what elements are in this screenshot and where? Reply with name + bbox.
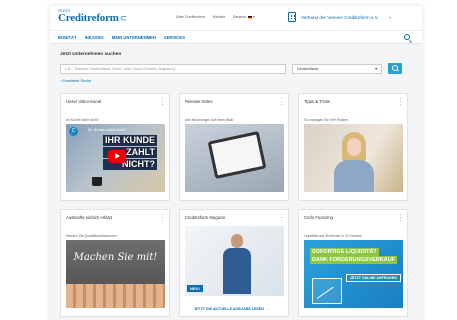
- nav-bonitaet[interactable]: BONITÄT: [58, 35, 77, 40]
- thumbs-up-image: [66, 284, 165, 308]
- top-bar: mein Creditreform ⊂ Über Creditreform Ko…: [50, 6, 422, 30]
- german-flag-icon: [248, 15, 253, 19]
- overlay-line: IHR KUNDE: [102, 135, 157, 146]
- card-title: Auskünfte einfach erklärt: [66, 215, 113, 220]
- tablet-image: [185, 124, 284, 192]
- search-icon[interactable]: [404, 34, 410, 40]
- link-about[interactable]: Über Creditreform: [176, 15, 205, 19]
- new-badge: NEU!: [187, 285, 203, 292]
- language-select[interactable]: Deutsch ▾: [233, 15, 255, 19]
- country-value: Deutschland: [297, 66, 319, 71]
- nav-services[interactable]: SERVICES: [164, 35, 185, 40]
- country-select[interactable]: Deutschland ▾: [292, 63, 382, 74]
- main-content: Jetzt Unternehmen suchen z.B. "Telekom D…: [50, 44, 422, 320]
- card-grid: Unser Video-Kanal · · · Ihr Kunde zahlt ni…: [60, 93, 412, 317]
- card-subtitle: So managen Sie Ihre Risiken: [304, 118, 348, 122]
- factoring-banner[interactable]: SOFORTIGE LIQUIDITÄT DANK FORDERUNGSVERK…: [304, 240, 403, 308]
- card-magazin[interactable]: Creditreform Magazin · · · NEU! JETZT DIE …: [179, 209, 289, 317]
- read-issue-link[interactable]: JETZT DIE AKTUELLE AUSGABE LESEN →: [194, 307, 268, 311]
- main-nav: BONITÄT INKASSO MEIN UNTERNEHMEN SERVICE…: [50, 30, 422, 44]
- company-search-input[interactable]: z.B. "Telekom Deutschland, Bonn" oder "K…: [60, 63, 286, 74]
- card-auskuenfte[interactable]: Auskünfte einfach erklärt · · · Werden Sie…: [60, 209, 170, 317]
- photo-body: [334, 160, 374, 192]
- organization-name: Verband der Vereine Creditreform e.V.: [301, 14, 379, 20]
- nav-inkasso[interactable]: INKASSO: [85, 35, 104, 40]
- logo-mark-icon: ⊂: [119, 13, 128, 23]
- more-options-icon[interactable]: · · ·: [280, 96, 283, 108]
- extended-search-link[interactable]: › Erweiterte Suche: [60, 79, 412, 83]
- play-icon[interactable]: [108, 150, 126, 163]
- search-row: z.B. "Telekom Deutschland, Bonn" oder "K…: [60, 63, 412, 74]
- online-request-button[interactable]: JETZT ONLINE ANFRAGEN: [346, 274, 401, 282]
- search-title: Jetzt Unternehmen suchen: [60, 52, 122, 57]
- card-subtitle: Ihr Kunde zahlt nicht?: [66, 118, 99, 122]
- card-subtitle: Liquidität und Sicherheit in 24 Stunden: [304, 234, 363, 238]
- card-title: Unser Video-Kanal: [66, 99, 102, 104]
- top-links: Über Creditreform Kontakt Deutsch ▾: [176, 15, 255, 19]
- card-title: Creditreform Magazin: [185, 215, 226, 220]
- creditreform-logo-icon: C: [69, 127, 78, 136]
- card-tips-tricks[interactable]: Tipps & Tricks · · · So managen Sie Ihre R…: [298, 93, 408, 201]
- card-subtitle: Alle Neuerungen auf einen Blick: [185, 118, 234, 122]
- organization-switcher[interactable]: Verband der Vereine Creditreform e.V. ⌄: [288, 12, 392, 22]
- more-options-icon[interactable]: · · ·: [280, 212, 283, 224]
- language-label: Deutsch: [232, 15, 247, 19]
- chevron-down-icon: ▾: [375, 67, 377, 71]
- photo-face: [347, 138, 361, 156]
- chevron-down-icon: ⌄: [387, 14, 392, 20]
- more-options-icon[interactable]: · · ·: [399, 212, 402, 224]
- card-release-notes[interactable]: Release Notes · · · Alle Neuerungen auf ei…: [179, 93, 289, 201]
- mug-image: [92, 177, 102, 186]
- banner-line: DANK FORDERUNGSVERKAUF: [310, 256, 398, 264]
- card-subtitle: Werden Sie Qualitätsverbesserer!: [66, 234, 117, 238]
- card-title: Tipps & Tricks: [304, 99, 331, 104]
- video-overlay-small: Ihr Kunde zahlt nicht?: [88, 127, 127, 132]
- more-options-icon[interactable]: · · ·: [161, 212, 164, 224]
- card-title: Crefo Factoring: [304, 215, 333, 220]
- man-photo: [223, 234, 251, 294]
- banner-line: SOFORTIGE LIQUIDITÄT: [310, 248, 379, 256]
- extended-search-label: Erweiterte Suche: [62, 79, 92, 83]
- nav-mein-unternehmen[interactable]: MEIN UNTERNEHMEN: [112, 35, 156, 40]
- building-icon: [288, 12, 296, 22]
- chalkboard-text: Machen Sie mit!: [73, 252, 158, 263]
- search-button[interactable]: [388, 63, 402, 74]
- magazine-image: NEU!: [185, 226, 284, 296]
- card-video-channel[interactable]: Unser Video-Kanal · · · Ihr Kunde zahlt ni…: [60, 93, 170, 201]
- video-thumbnail[interactable]: C Ihr Kunde zahlt nicht? IHR KUNDE ZAHLT…: [66, 124, 165, 192]
- woman-photo: [304, 124, 403, 192]
- link-contact[interactable]: Kontakt: [213, 15, 225, 19]
- logo[interactable]: mein Creditreform ⊂: [58, 8, 127, 24]
- tablet-device: [207, 131, 267, 179]
- card-factoring[interactable]: Crefo Factoring · · · Liquidität und Siche…: [298, 209, 408, 317]
- chalkboard-image: Machen Sie mit!: [66, 240, 165, 308]
- chart-icon: [312, 278, 342, 304]
- chevron-down-icon: ▾: [253, 15, 255, 19]
- more-options-icon[interactable]: · · ·: [399, 96, 402, 108]
- logo-prefix: mein: [58, 8, 71, 14]
- card-title: Release Notes: [185, 99, 213, 104]
- more-options-icon[interactable]: · · ·: [161, 96, 164, 108]
- browser-page: mein Creditreform ⊂ Über Creditreform Ko…: [50, 6, 422, 320]
